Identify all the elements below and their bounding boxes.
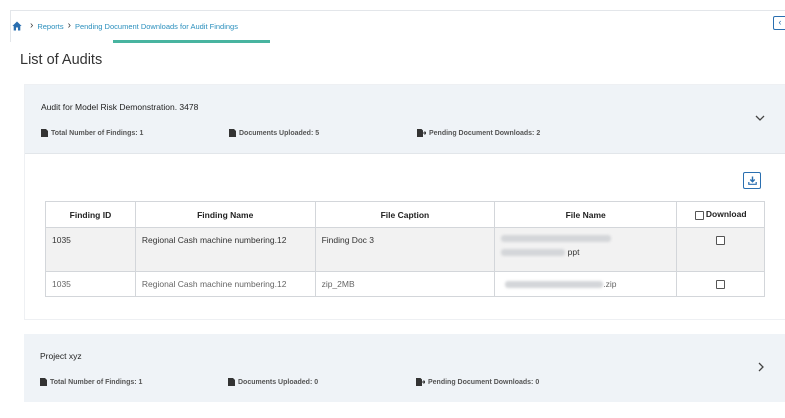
chevron-down-icon[interactable]	[755, 113, 765, 125]
documents-uploaded-text: Documents Uploaded: 5	[239, 129, 320, 137]
total-findings-text: Total Number of Findings: 1	[50, 378, 143, 386]
breadcrumb: › Reports › Pending Document Downloads f…	[12, 19, 238, 33]
column-header-file-name: File Name	[494, 201, 678, 228]
column-header-download: Download	[676, 201, 765, 228]
row-download-checkbox[interactable]	[716, 280, 726, 290]
finding-name-cell: Regional Cash machine numbering.12	[134, 271, 316, 297]
redacted-filename	[501, 249, 566, 257]
download-cell	[676, 271, 765, 297]
table-header-row: Finding ID Finding Name File Caption Fil…	[45, 201, 765, 228]
document-icon	[229, 129, 236, 137]
documents-uploaded-stat: Documents Uploaded: 5	[229, 129, 319, 137]
total-findings-text: Total Number of Findings: 1	[51, 129, 144, 137]
table-row: 1035 Regional Cash machine numbering.12 …	[45, 271, 765, 297]
pending-downloads-text: Pending Document Downloads: 0	[428, 378, 540, 386]
redacted-filename	[505, 281, 604, 289]
finding-name-cell: Regional Cash machine numbering.12	[134, 227, 316, 272]
file-caption-cell: Finding Doc 3	[314, 227, 496, 272]
audit-title: Audit for Model Risk Demonstration. 3478	[41, 102, 199, 112]
breadcrumb-separator: ›	[30, 20, 34, 31]
file-extension: .zip	[603, 279, 617, 289]
download-header-label: Download	[705, 209, 747, 220]
table-row: 1035 Regional Cash machine numbering.12 …	[45, 227, 765, 272]
document-icon	[40, 378, 47, 386]
download-cell	[676, 227, 765, 272]
document-icon	[41, 129, 48, 137]
documents-uploaded-stat: Documents Uploaded: 0	[228, 378, 318, 386]
audit-card-header[interactable]: Project xyz Total Number of Findings: 1 …	[24, 334, 785, 402]
document-export-icon	[416, 378, 426, 386]
column-header-finding-name: Finding Name	[134, 201, 316, 228]
breadcrumb-item-reports[interactable]: Reports	[37, 22, 63, 31]
file-name-cell: ppt	[494, 227, 678, 272]
pending-downloads-stat: Pending Document Downloads: 0	[416, 378, 539, 386]
file-extension: ppt	[567, 247, 580, 257]
documents-uploaded-text: Documents Uploaded: 0	[238, 378, 319, 386]
chevron-right-icon[interactable]	[758, 362, 765, 375]
file-caption-cell: zip_2MB	[314, 271, 496, 297]
audit-card-header[interactable]: Audit for Model Risk Demonstration. 3478…	[25, 85, 785, 154]
breadcrumb-separator: ›	[67, 20, 71, 31]
pending-downloads-text: Pending Document Downloads: 2	[429, 129, 541, 137]
collapse-panel-button[interactable]: ‹	[773, 16, 785, 30]
row-download-checkbox[interactable]	[716, 236, 726, 246]
finding-id-cell: 1035	[45, 271, 136, 297]
breadcrumb-item-current[interactable]: Pending Document Downloads for Audit Fin…	[75, 22, 238, 31]
total-findings-stat: Total Number of Findings: 1	[41, 129, 143, 137]
audit-card: Project xyz Total Number of Findings: 1 …	[24, 334, 785, 402]
download-icon	[747, 172, 757, 190]
file-name-cell: .zip	[494, 271, 678, 297]
column-header-file-caption: File Caption	[314, 201, 496, 228]
pending-downloads-stat: Pending Document Downloads: 2	[417, 129, 540, 137]
audit-title: Project xyz	[40, 351, 82, 361]
download-selected-button[interactable]	[743, 172, 761, 189]
chevron-left-icon: ‹	[778, 17, 782, 27]
active-breadcrumb-underline	[113, 40, 270, 43]
total-findings-stat: Total Number of Findings: 1	[40, 378, 142, 386]
document-icon	[228, 378, 235, 386]
finding-id-cell: 1035	[45, 227, 136, 272]
redacted-filename	[501, 235, 612, 243]
document-export-icon	[417, 129, 427, 137]
select-all-checkbox[interactable]	[694, 210, 704, 220]
findings-table: Finding ID Finding Name File Caption Fil…	[45, 201, 765, 297]
page-title: List of Audits	[20, 52, 103, 68]
home-icon[interactable]	[12, 21, 22, 31]
column-header-finding-id: Finding ID	[45, 201, 136, 228]
